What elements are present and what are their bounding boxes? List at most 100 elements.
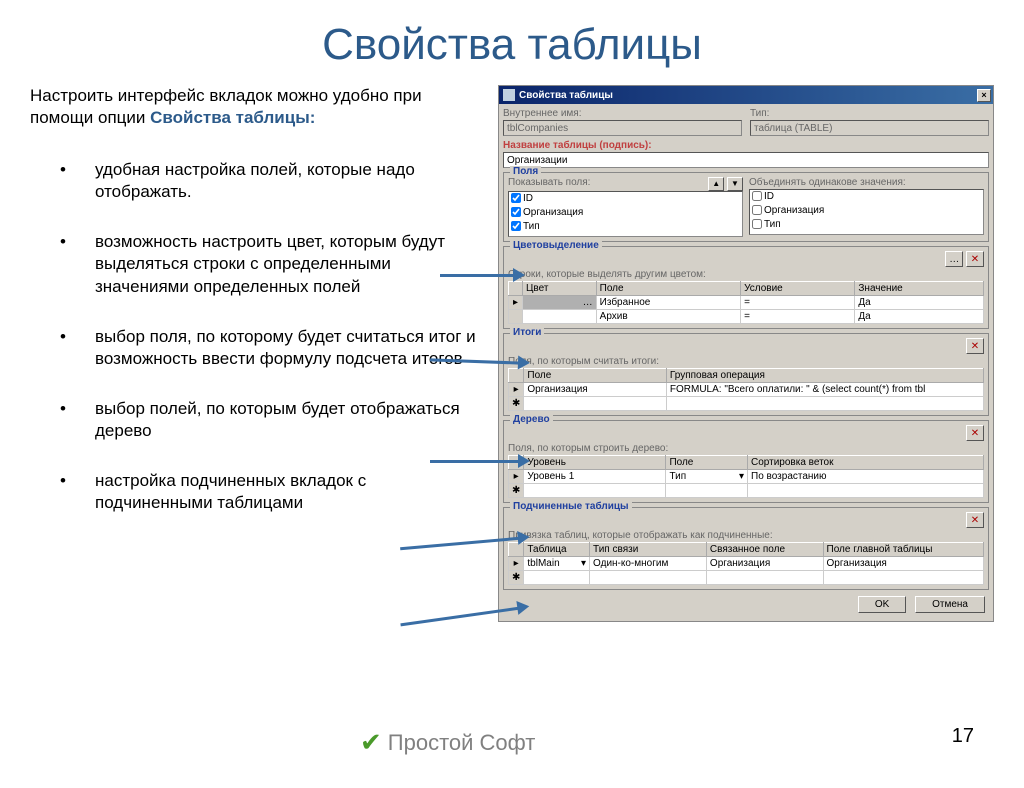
page-number: 17	[952, 725, 974, 748]
delete-button[interactable]: ✕	[966, 512, 984, 528]
color-picker-icon[interactable]: …	[583, 297, 593, 308]
group-tree: Дерево ✕ Поля, по которым строить дерево…	[503, 420, 989, 503]
sub-grid[interactable]: Таблица Тип связи Связанное поле Поле гл…	[508, 542, 984, 585]
group-color: Цветовыделение … ✕ Строки, которые выдел…	[503, 246, 989, 329]
cell[interactable]: FORMULA: "Всего оплатили: " & (select co…	[666, 383, 983, 397]
up-button[interactable]: ▲	[708, 177, 724, 191]
cell[interactable]: =	[741, 296, 855, 310]
close-button[interactable]: ×	[977, 89, 991, 102]
delete-button[interactable]: ✕	[966, 338, 984, 354]
col-rel: Тип связи	[590, 543, 707, 557]
row-selector[interactable]: ▸	[509, 383, 524, 397]
col-color: Цвет	[523, 282, 597, 296]
dropdown-icon[interactable]: ▾	[581, 558, 586, 569]
slide-title: Свойства таблицы	[0, 20, 1024, 70]
group-subtables: Подчиненные таблицы ✕ Привязка таблиц, к…	[503, 507, 989, 590]
dialog-title: Свойства таблицы	[519, 90, 977, 101]
label-caption: Название таблицы (подпись):	[503, 140, 989, 151]
col-main: Поле главной таблицы	[823, 543, 983, 557]
chk-merge-id[interactable]	[752, 191, 762, 201]
bullet-item: выбор поля, по которому будет считаться …	[60, 326, 488, 370]
col-level: Уровень	[524, 456, 666, 470]
col-field: Поле	[524, 369, 667, 383]
pointer-arrow-icon	[430, 460, 520, 463]
ok-button[interactable]: OK	[858, 596, 906, 613]
group-fields-title: Поля	[510, 166, 541, 177]
merge-item: Тип	[764, 219, 781, 230]
chk-merge-type[interactable]	[752, 219, 762, 229]
list-showfields[interactable]: ID Организация Тип	[508, 191, 743, 237]
chk-show-org[interactable]	[511, 207, 521, 217]
label-sub-desc: Привязка таблиц, которые отображать как …	[508, 530, 984, 541]
col-field: Поле	[666, 456, 748, 470]
intro-text: Настроить интерфейс вкладок можно удобно…	[30, 85, 488, 129]
input-type: таблица (TABLE)	[750, 120, 989, 136]
cell[interactable]: Архив	[596, 310, 740, 324]
dropdown-icon[interactable]: ▾	[739, 471, 744, 482]
delete-button[interactable]: ✕	[966, 251, 984, 267]
col-op: Групповая операция	[666, 369, 983, 383]
cell[interactable]: tblMain	[527, 558, 559, 569]
check-icon: ✔	[360, 727, 382, 758]
tree-grid[interactable]: Уровень Поле Сортировка веток ▸ Уровень …	[508, 455, 984, 498]
cell[interactable]: Организация	[524, 383, 667, 397]
group-sub-title: Подчиненные таблицы	[510, 501, 632, 512]
footer-text: Простой Софт	[388, 730, 536, 756]
new-row-icon[interactable]: ✱	[509, 484, 524, 498]
cell[interactable]: Тип	[669, 471, 686, 482]
group-fields: Поля Показывать поля: ▲ ▼ ID	[503, 172, 989, 242]
row-selector[interactable]: ▸	[509, 296, 523, 310]
cell[interactable]: Да	[855, 296, 984, 310]
cell[interactable]: Один-ко-многим	[590, 557, 707, 571]
cancel-button[interactable]: Отмена	[915, 596, 985, 613]
chk-show-id[interactable]	[511, 193, 521, 203]
cell[interactable]: Организация	[823, 557, 983, 571]
totals-grid[interactable]: Поле Групповая операция ▸ Организация FO…	[508, 368, 984, 411]
col-linked: Связанное поле	[706, 543, 823, 557]
dialog-window: Свойства таблицы × Внутреннее имя: tblCo…	[498, 85, 994, 622]
row-selector[interactable]	[509, 310, 523, 324]
merge-item: Организация	[764, 205, 824, 216]
bullet-list: удобная настройка полей, которые надо от…	[30, 159, 488, 514]
list-merge[interactable]: ID Организация Тип	[749, 189, 984, 235]
input-caption[interactable]: Организации	[503, 152, 989, 168]
group-totals: Итоги ✕ Поля, по которым считать итоги: …	[503, 333, 989, 416]
bullet-item: выбор полей, по которым будет отображать…	[60, 398, 488, 442]
pointer-arrow-icon	[440, 274, 515, 277]
new-row-icon[interactable]: ✱	[509, 571, 524, 585]
col-field: Поле	[596, 282, 740, 296]
label-color-desc: Строки, которые выделять другим цветом:	[508, 269, 984, 280]
delete-button[interactable]: ✕	[966, 425, 984, 441]
cell[interactable]: Избранное	[596, 296, 740, 310]
bullet-item: возможность настроить цвет, которым буду…	[60, 231, 488, 297]
label-showfields: Показывать поля:	[508, 177, 590, 190]
col-sort: Сортировка веток	[748, 456, 984, 470]
chk-merge-org[interactable]	[752, 205, 762, 215]
color-grid[interactable]: Цвет Поле Условие Значение ▸ … Избранное…	[508, 281, 984, 324]
show-item: Тип	[523, 221, 540, 232]
cell[interactable]: Организация	[706, 557, 823, 571]
cell[interactable]: Уровень 1	[524, 470, 666, 484]
input-internal: tblCompanies	[503, 120, 742, 136]
col-val: Значение	[855, 282, 984, 296]
intro-b: Свойства таблицы:	[150, 108, 315, 127]
chk-show-type[interactable]	[511, 221, 521, 231]
row-selector[interactable]: ▸	[509, 470, 524, 484]
down-button[interactable]: ▼	[727, 177, 743, 191]
new-row-icon[interactable]: ✱	[509, 397, 524, 411]
col-table: Таблица	[524, 543, 590, 557]
label-internal: Внутреннее имя:	[503, 108, 742, 119]
merge-item: ID	[764, 191, 774, 202]
dialog-titlebar[interactable]: Свойства таблицы ×	[499, 86, 993, 104]
row-selector[interactable]: ▸	[509, 557, 524, 571]
label-tree-desc: Поля, по которым строить дерево:	[508, 443, 984, 454]
group-totals-title: Итоги	[510, 327, 544, 338]
label-merge: Объединять одинакове значения:	[749, 177, 984, 188]
group-tree-title: Дерево	[510, 414, 553, 425]
bullet-item: настройка подчиненных вкладок с подчинен…	[60, 470, 488, 514]
bullet-item: удобная настройка полей, которые надо от…	[60, 159, 488, 203]
edit-button[interactable]: …	[945, 251, 963, 267]
cell[interactable]: Да	[855, 310, 984, 324]
cell[interactable]: По возрастанию	[748, 470, 984, 484]
cell[interactable]: =	[741, 310, 855, 324]
